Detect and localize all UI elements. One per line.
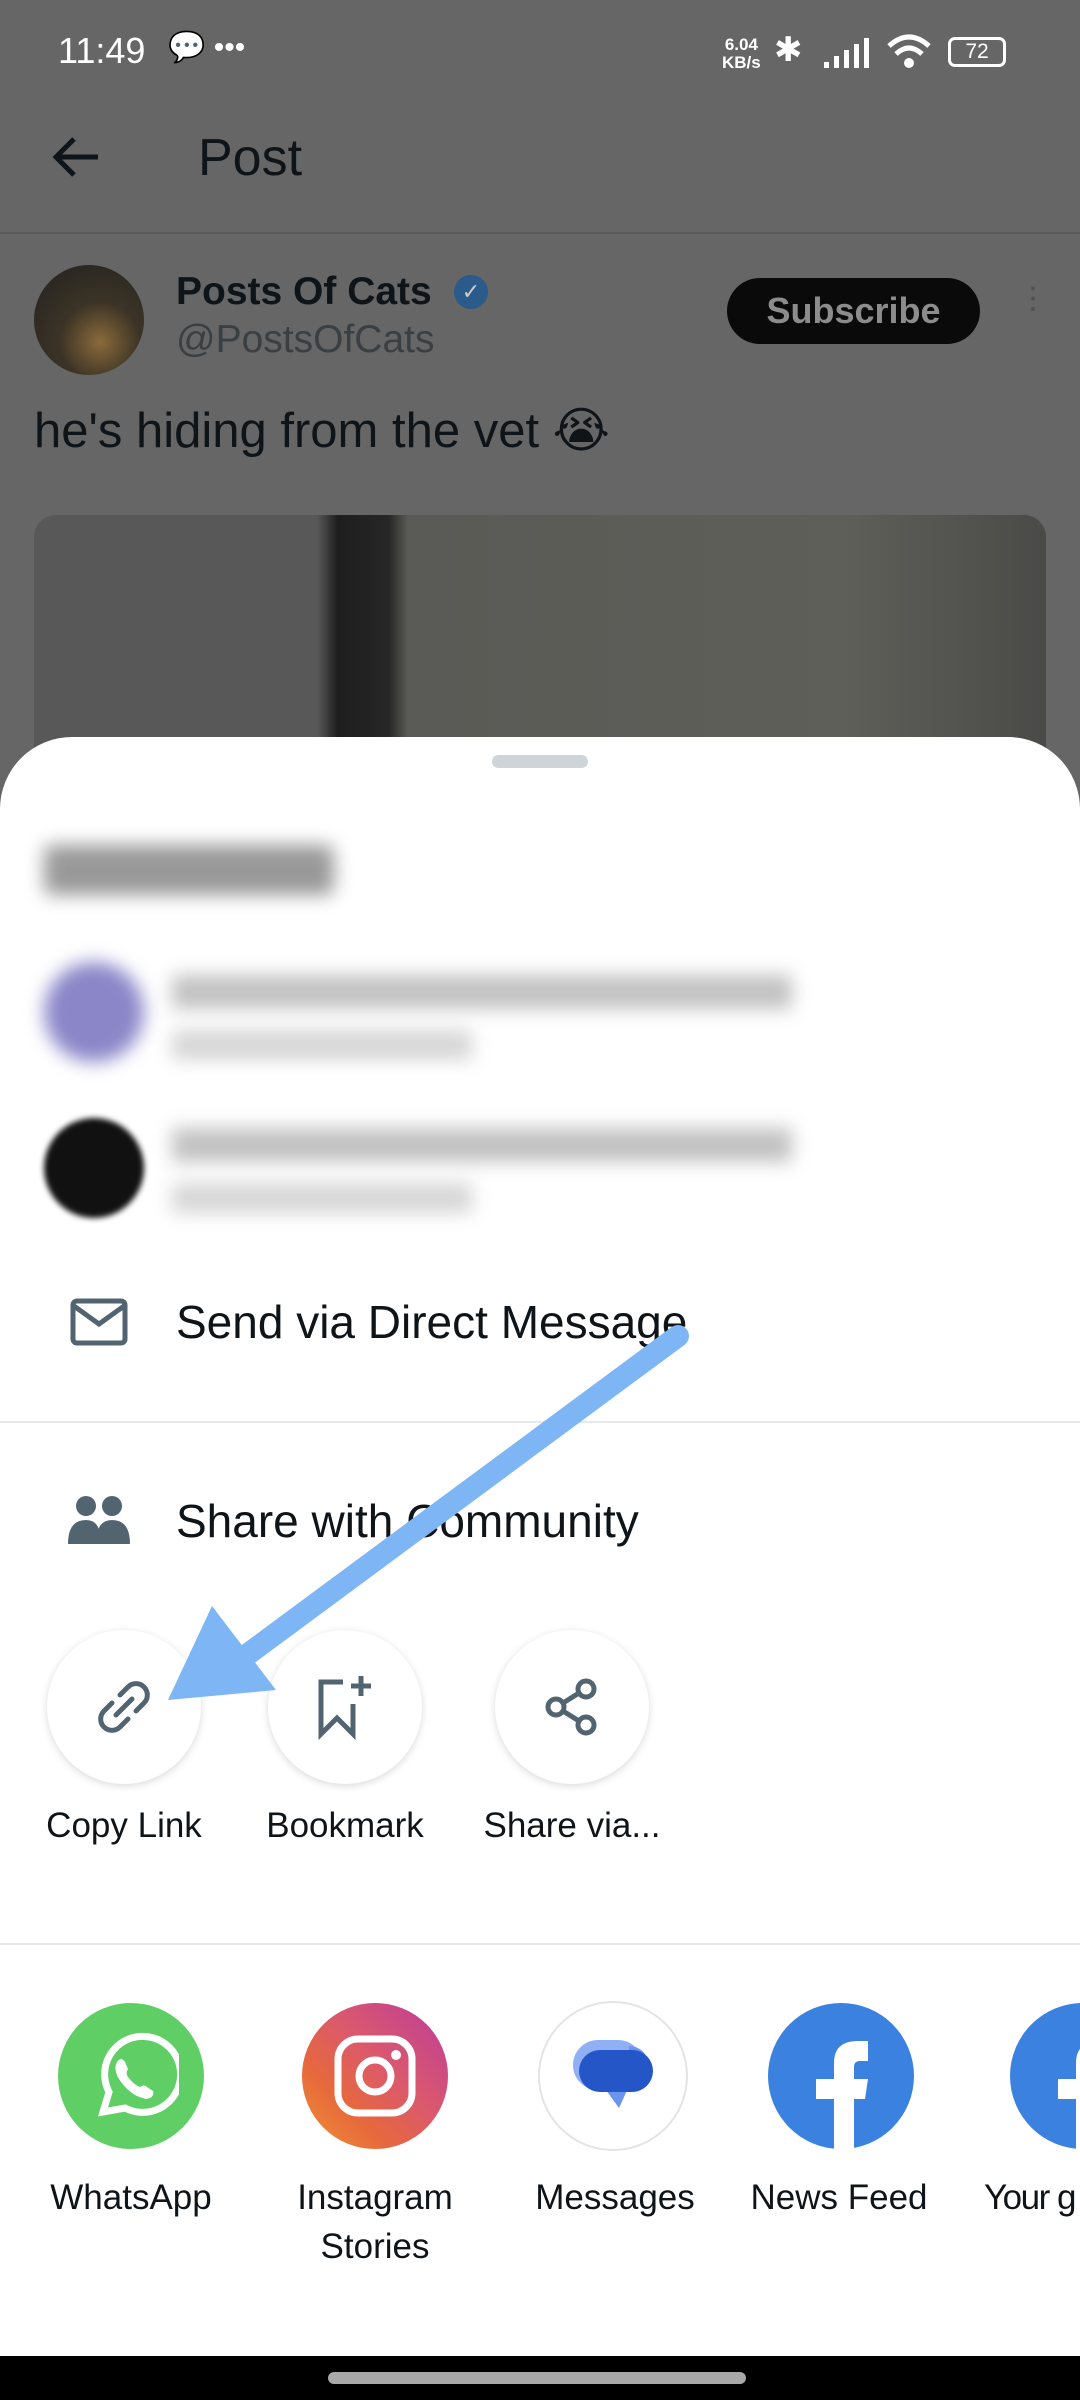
messages-icon <box>573 2040 653 2108</box>
instagram-stories-label: Instagram Stories <box>255 2173 495 2271</box>
blurred-contact-sub <box>172 1030 472 1060</box>
chat-notification-icon: 💬 ••• <box>168 31 246 64</box>
author-name[interactable]: Posts Of Cats <box>176 270 432 314</box>
send-via-dm[interactable]: Send via Direct Message <box>176 1295 687 1349</box>
whatsapp-label: WhatsApp <box>50 2178 212 2217</box>
bluetooth-icon: ✱ <box>774 31 803 69</box>
bookmark-add-icon <box>318 1676 371 1740</box>
news-feed-label: News Feed <box>750 2178 928 2217</box>
home-gesture-handle[interactable] <box>328 2372 746 2384</box>
wifi-icon <box>887 34 931 68</box>
community-icon <box>68 1496 130 1544</box>
instagram-stories-button[interactable] <box>302 2003 448 2149</box>
status-time: 11:49 <box>58 30 146 71</box>
bookmark-button[interactable] <box>268 1630 422 1784</box>
blurred-sheet-title <box>44 845 334 895</box>
blurred-contact-name <box>172 1128 792 1162</box>
more-options-icon[interactable]: ⋮ <box>1018 284 1048 314</box>
blurred-contact-avatar[interactable] <box>44 962 144 1062</box>
author-handle[interactable]: @PostsOfCats <box>176 318 435 362</box>
share-via-button[interactable] <box>495 1630 649 1784</box>
post-text: he's hiding from the vet 😭 <box>34 404 610 458</box>
blurred-contact-name <box>172 975 792 1009</box>
link-icon <box>98 1681 150 1733</box>
facebook-circle <box>1010 2003 1080 2149</box>
label-line: Stories <box>320 2227 430 2266</box>
subscribe-button[interactable]: Subscribe <box>727 278 980 344</box>
signal-icon <box>824 38 869 68</box>
blurred-contact-avatar[interactable] <box>44 1118 144 1218</box>
net-speed-value: 6.04 <box>724 35 758 54</box>
divider <box>0 1421 1080 1423</box>
instagram-icon <box>334 2035 416 2117</box>
net-speed-unit: KB/s <box>722 53 761 72</box>
battery-icon: 72 <box>948 37 1006 67</box>
page-title: Post <box>198 129 303 187</box>
copy-link-label: Copy Link <box>46 1806 202 1845</box>
header-divider <box>0 232 1080 234</box>
share-icon <box>545 1678 597 1736</box>
avatar[interactable] <box>34 265 144 375</box>
blurred-contact-sub <box>172 1183 472 1213</box>
your-group-label: Your g <box>984 2178 1076 2217</box>
news-feed-button[interactable] <box>768 2003 914 2149</box>
envelope-icon <box>70 1298 128 1346</box>
bookmark-label: Bookmark <box>266 1806 424 1845</box>
share-with-community[interactable]: Share with Community <box>176 1494 639 1548</box>
net-speed: 6.04 KB/s <box>722 36 761 72</box>
battery-level: 72 <box>965 40 989 63</box>
messages-button[interactable] <box>540 2003 686 2149</box>
share-via-label: Share via... <box>483 1806 661 1845</box>
copy-link-button[interactable] <box>47 1630 201 1784</box>
your-group-button[interactable] <box>1010 2003 1080 2149</box>
verified-badge-icon: ✓ <box>454 275 488 309</box>
back-arrow-icon[interactable] <box>52 134 102 180</box>
messages-label: Messages <box>535 2178 695 2217</box>
drag-handle[interactable] <box>492 755 588 768</box>
whatsapp-button[interactable] <box>58 2003 204 2149</box>
label-line: Instagram <box>297 2178 453 2217</box>
divider <box>0 1943 1080 1945</box>
whatsapp-icon <box>98 2032 179 2117</box>
